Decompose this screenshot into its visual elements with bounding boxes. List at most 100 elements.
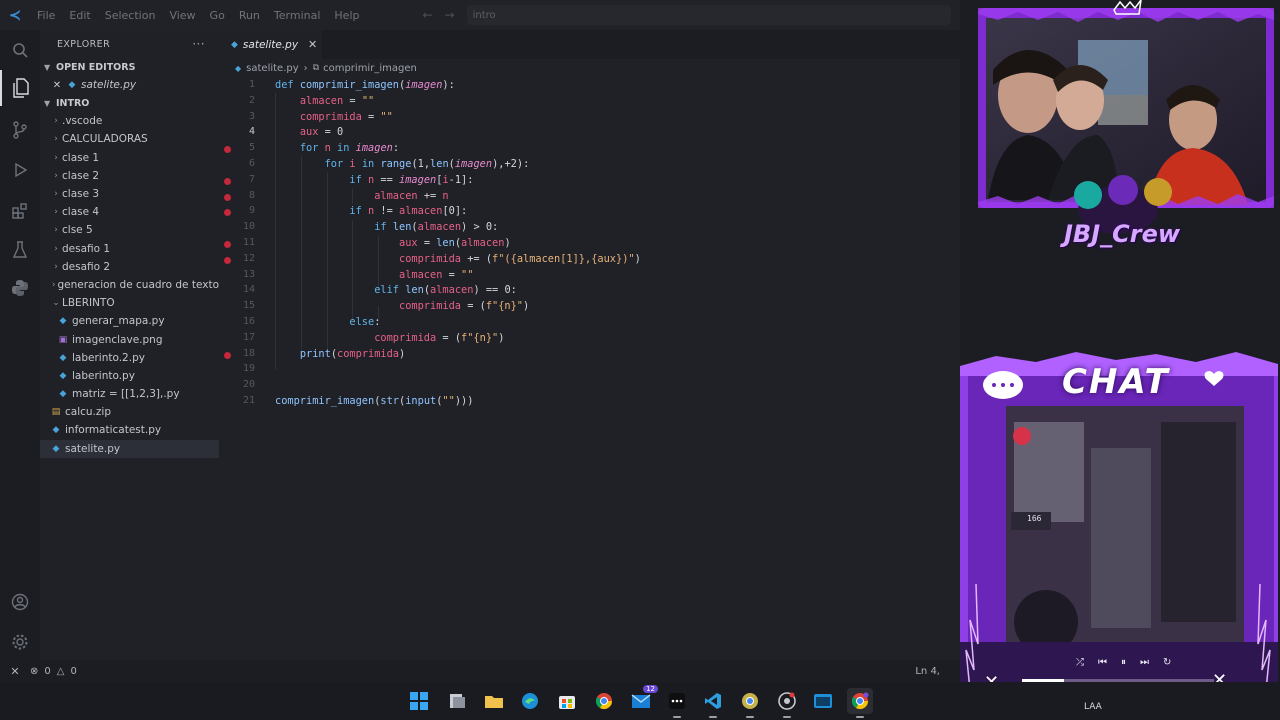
source-control-icon[interactable] bbox=[0, 112, 40, 148]
chrome-canary-icon[interactable] bbox=[774, 688, 800, 718]
file-tree-item[interactable]: ◆ laberinto.py bbox=[40, 367, 219, 385]
line-number[interactable]: 16 bbox=[219, 316, 255, 327]
line-number[interactable]: 19 bbox=[219, 363, 255, 374]
store-icon[interactable] bbox=[554, 688, 580, 714]
windows-start-icon[interactable] bbox=[406, 688, 432, 714]
line-number[interactable]: 10 bbox=[219, 221, 255, 232]
line-number[interactable]: 6 bbox=[219, 158, 255, 169]
warning-icon: △ bbox=[56, 665, 65, 677]
file-tree-item[interactable]: › clase 3 bbox=[40, 185, 219, 203]
chrome-profile-icon[interactable] bbox=[847, 688, 873, 718]
tiktok-icon[interactable] bbox=[664, 688, 690, 718]
folder-icon[interactable] bbox=[481, 688, 507, 714]
next-icon[interactable]: ⏭ bbox=[1140, 657, 1149, 668]
more-actions-icon[interactable]: ··· bbox=[192, 37, 205, 51]
line-number[interactable]: 20 bbox=[219, 379, 255, 390]
line-number[interactable]: 14 bbox=[219, 284, 255, 295]
breakpoint-dot[interactable] bbox=[224, 177, 231, 185]
close-icon[interactable]: ✕ bbox=[50, 80, 64, 91]
line-number[interactable]: 15 bbox=[219, 300, 255, 311]
file-tree-item[interactable]: ◆ generar_mapa.py bbox=[40, 312, 219, 330]
file-tree-item[interactable]: ◆ informaticatest.py bbox=[40, 421, 219, 439]
repeat-icon[interactable]: ↻ bbox=[1163, 657, 1171, 668]
breakpoint-dot[interactable] bbox=[224, 193, 231, 201]
edge-icon[interactable] bbox=[517, 688, 543, 714]
python-icon[interactable] bbox=[0, 270, 40, 306]
tab-satelite[interactable]: ◆ satelite.py ✕ bbox=[219, 30, 322, 59]
file-tree-label: clase 4 bbox=[62, 206, 100, 219]
search-icon[interactable] bbox=[0, 32, 40, 68]
file-tree-item[interactable]: › desafio 1 bbox=[40, 240, 219, 258]
menu-edit[interactable]: Edit bbox=[62, 9, 97, 22]
menu-file[interactable]: File bbox=[30, 9, 62, 22]
language-indicator[interactable]: LAA bbox=[1084, 702, 1102, 712]
chevron-right-icon: › bbox=[54, 243, 58, 254]
mail-icon[interactable]: 12 bbox=[628, 685, 658, 714]
run-debug-icon[interactable] bbox=[0, 152, 40, 188]
chrome-dev-icon[interactable] bbox=[737, 688, 763, 718]
file-tree-item[interactable]: › clase 2 bbox=[40, 167, 219, 185]
file-tree-item[interactable]: › generacion de cuadro de texto bbox=[40, 276, 219, 294]
open-editor-item[interactable]: ✕ ◆ satelite.py bbox=[40, 76, 219, 94]
forward-arrow-icon[interactable]: → bbox=[445, 8, 467, 22]
menu-view[interactable]: View bbox=[162, 9, 202, 22]
shuffle-icon[interactable]: ⤮ bbox=[1076, 657, 1084, 668]
open-editors-section[interactable]: ▼ OPEN EDITORS bbox=[40, 58, 219, 76]
file-tree-item[interactable]: ▤ calcu.zip bbox=[40, 403, 219, 421]
command-center[interactable]: intro bbox=[466, 5, 951, 25]
file-tree-item[interactable]: › .vscode bbox=[40, 112, 219, 130]
code-line: for n in imagen: bbox=[299, 142, 400, 155]
breadcrumb-symbol[interactable]: comprimir_imagen bbox=[323, 63, 417, 74]
back-arrow-icon[interactable]: ← bbox=[422, 8, 444, 22]
file-tree-item[interactable]: ◆ laberinto.2.py bbox=[40, 349, 219, 367]
file-tree-item[interactable]: › clase 1 bbox=[40, 149, 219, 167]
file-tree-item[interactable]: ◆ satelite.py bbox=[40, 439, 219, 458]
account-icon[interactable] bbox=[0, 584, 40, 620]
code-editor[interactable]: 1 def comprimir_imagen(imagen): 2 almacen … bbox=[219, 77, 960, 660]
file-tree-item[interactable]: › CALCULADORAS bbox=[40, 130, 219, 148]
menu-go[interactable]: Go bbox=[203, 9, 232, 22]
testing-icon[interactable] bbox=[0, 232, 40, 268]
files-icon[interactable] bbox=[0, 70, 40, 106]
line-number[interactable]: 3 bbox=[219, 111, 255, 122]
line-number[interactable]: 2 bbox=[219, 95, 255, 106]
chrome-icon[interactable] bbox=[591, 688, 617, 714]
menu-terminal[interactable]: Terminal bbox=[267, 9, 328, 22]
line-number[interactable]: 1 bbox=[219, 79, 255, 90]
menu-selection[interactable]: Selection bbox=[98, 9, 163, 22]
terminal-icon[interactable] bbox=[810, 688, 836, 714]
breakpoint-dot[interactable] bbox=[224, 241, 231, 248]
breakpoint-dot[interactable] bbox=[224, 351, 231, 359]
code-line: elif len(almacen) == 0: bbox=[374, 284, 517, 297]
file-tree-item[interactable]: › desafio 2 bbox=[40, 258, 219, 276]
previous-icon[interactable]: ⏮ bbox=[1098, 657, 1107, 668]
problems-indicator[interactable]: ⊗ 0 △ 0 bbox=[30, 666, 77, 677]
line-number[interactable]: 13 bbox=[219, 269, 255, 280]
vscode-icon[interactable] bbox=[700, 688, 726, 718]
remote-icon[interactable]: ✕ bbox=[0, 665, 30, 678]
file-tree-label: desafio 2 bbox=[62, 260, 111, 273]
breadcrumb-file[interactable]: satelite.py bbox=[246, 63, 299, 74]
line-number[interactable]: 17 bbox=[219, 332, 255, 343]
line-number[interactable]: 21 bbox=[219, 395, 255, 406]
file-tree-item[interactable]: ◆ matriz = [[1,2,3],.py bbox=[40, 385, 219, 403]
menu-run[interactable]: Run bbox=[232, 9, 267, 22]
intro-folder-section[interactable]: ▼ INTRO bbox=[40, 94, 219, 112]
chevron-down-icon: ▼ bbox=[44, 62, 51, 72]
file-manager-icon[interactable] bbox=[444, 688, 470, 714]
python-file-icon: ◆ bbox=[52, 443, 60, 454]
file-tree-item[interactable]: ▣ imagenclave.png bbox=[40, 330, 219, 348]
line-number[interactable]: 4 bbox=[219, 126, 255, 137]
file-tree-label: LBERINTO bbox=[62, 297, 115, 310]
extensions-icon[interactable] bbox=[0, 192, 40, 228]
chevron-right-icon: › bbox=[54, 189, 58, 200]
close-tab-icon[interactable]: ✕ bbox=[308, 38, 317, 51]
file-tree-item[interactable]: › clase 4 bbox=[40, 203, 219, 221]
cursor-position[interactable]: Ln 4, bbox=[915, 666, 940, 677]
file-tree-item[interactable]: › clse 5 bbox=[40, 221, 219, 239]
settings-icon[interactable] bbox=[0, 624, 40, 660]
breakpoint-dot[interactable] bbox=[224, 256, 231, 264]
pause-icon[interactable]: ⏸ bbox=[1121, 657, 1126, 668]
menu-help[interactable]: Help bbox=[327, 9, 366, 22]
file-tree-item[interactable]: ⌄ LBERINTO bbox=[40, 294, 219, 312]
